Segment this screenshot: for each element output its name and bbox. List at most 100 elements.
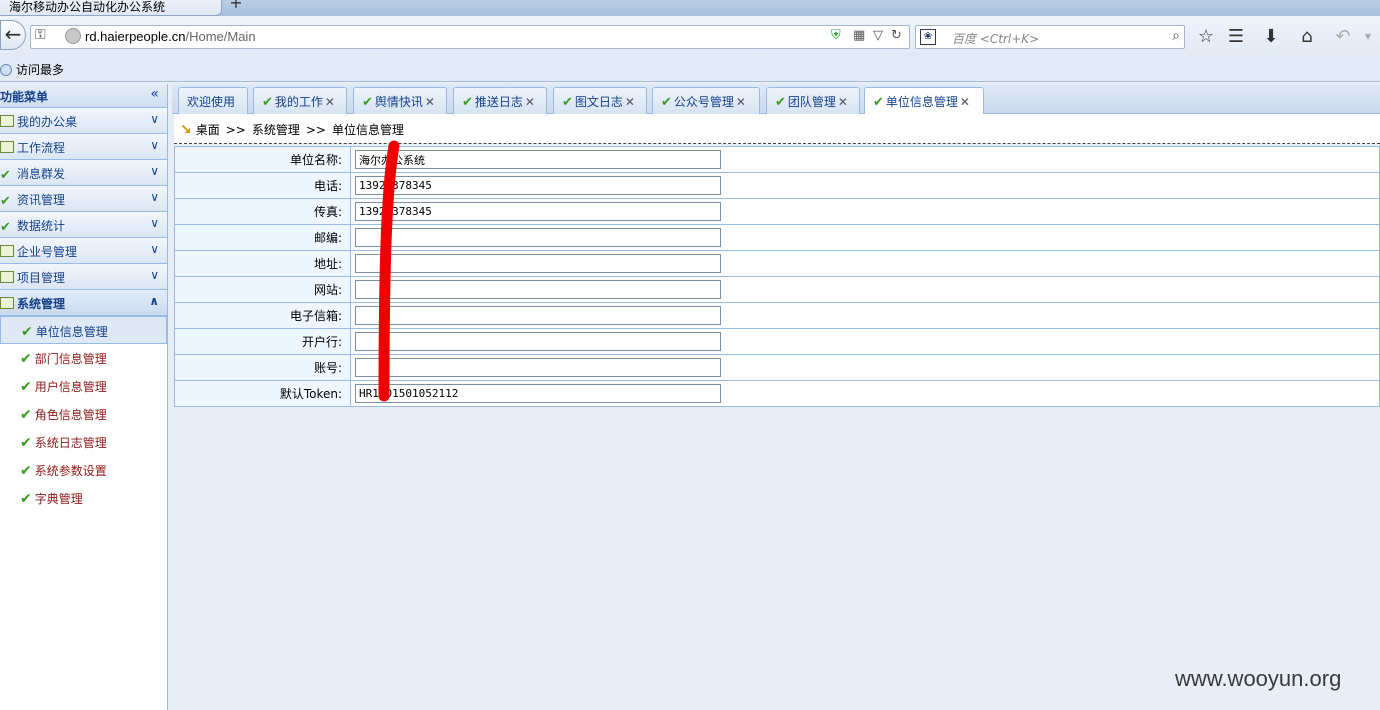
- chevron-down-icon[interactable]: ∨: [150, 138, 159, 152]
- dropdown-icon[interactable]: ▽: [873, 28, 883, 43]
- home-icon[interactable]: ⌂: [1295, 26, 1319, 47]
- bookmark-globe-icon: [0, 64, 12, 76]
- tab-label: 推送日志: [474, 95, 523, 109]
- arrow-down-right-icon: ↘: [180, 122, 192, 138]
- address-bar[interactable]: ⚿ rd.haierpeople.cn/Home/Main ⛨ ▦ ▽ ↻: [30, 25, 910, 49]
- new-tab-button[interactable]: +: [222, 0, 250, 14]
- tab-public-opinion[interactable]: ✔ 舆情快讯 ✕: [353, 87, 447, 114]
- tab-team[interactable]: ✔ 团队管理 ✕: [766, 87, 860, 114]
- chevron-down-icon[interactable]: ∨: [150, 112, 159, 126]
- sidebar-subitem-params[interactable]: ✔ 系统参数设置: [0, 456, 167, 484]
- bookmarks-toolbar: 访问最多: [0, 56, 1380, 82]
- document-icon: [0, 297, 14, 309]
- fax-field[interactable]: [355, 202, 721, 221]
- chevron-down-icon[interactable]: ∨: [150, 164, 159, 178]
- address-field[interactable]: [355, 254, 721, 273]
- close-icon[interactable]: ✕: [960, 95, 970, 109]
- close-icon[interactable]: ✕: [736, 95, 746, 109]
- email-field[interactable]: [355, 306, 721, 325]
- sidebar-subitem-syslog[interactable]: ✔ 系统日志管理: [0, 428, 167, 456]
- checkmark-icon: ✔: [462, 95, 473, 110]
- close-icon[interactable]: ✕: [525, 95, 535, 109]
- document-icon: [0, 115, 14, 127]
- phone-field[interactable]: [355, 176, 721, 195]
- baidu-paw-icon[interactable]: ❀: [920, 29, 936, 45]
- menu-dropdown-icon[interactable]: ▾: [1356, 29, 1380, 43]
- close-icon[interactable]: ✕: [838, 95, 848, 109]
- search-bar[interactable]: ❀ 百度 <Ctrl+K> ⌕: [915, 25, 1185, 49]
- download-icon[interactable]: ⬇: [1259, 26, 1283, 47]
- identity-key-icon[interactable]: ⚿: [35, 27, 46, 43]
- chevron-down-icon[interactable]: ∨: [150, 190, 159, 204]
- sidebar-item-label: 系统管理: [17, 297, 66, 311]
- close-icon[interactable]: ✕: [325, 95, 335, 109]
- form-row: 默认Token:: [174, 380, 1380, 407]
- tab-unit-info[interactable]: ✔ 单位信息管理 ✕: [864, 87, 984, 115]
- sidebar-subitem-role[interactable]: ✔ 角色信息管理: [0, 400, 167, 428]
- bookmark-star-icon[interactable]: ☆: [1194, 26, 1218, 47]
- sidebar-subitem-dictionary[interactable]: ✔ 字典管理: [0, 484, 167, 512]
- checkmark-icon: ✔: [0, 220, 11, 235]
- checkmark-icon: ✔: [0, 168, 11, 183]
- page-tab-bar: 欢迎使用 ✔ 我的工作 ✕ ✔ 舆情快讯 ✕ ✔ 推送日志 ✕ ✔ 图文日志 ✕ ✔ 公众号管理 ✕…: [172, 84, 1380, 115]
- unit-name-field[interactable]: [355, 150, 721, 169]
- reload-icon[interactable]: ↻: [891, 28, 902, 43]
- undo-icon[interactable]: ↶: [1331, 26, 1355, 47]
- tab-official-account[interactable]: ✔ 公众号管理 ✕: [652, 87, 760, 114]
- postcode-field[interactable]: [355, 228, 721, 247]
- bank-field[interactable]: [355, 332, 721, 351]
- token-label: 默认Token:: [174, 380, 351, 407]
- website-field[interactable]: [355, 280, 721, 299]
- checkmark-icon: ✔: [873, 95, 884, 110]
- chevron-down-icon[interactable]: ∨: [150, 242, 159, 256]
- sidebar-item-my-desk[interactable]: 我的办公桌 ∨: [0, 108, 167, 134]
- sidebar-item-projects[interactable]: 项目管理 ∨: [0, 264, 167, 290]
- tab-my-work[interactable]: ✔ 我的工作 ✕: [253, 87, 347, 114]
- fax-label: 传真:: [174, 198, 351, 225]
- postcode-label: 邮编:: [174, 224, 351, 251]
- tab-article-log[interactable]: ✔ 图文日志 ✕: [553, 87, 647, 114]
- sidebar-item-label: 数据统计: [17, 219, 66, 233]
- shield-icon[interactable]: ⛨: [831, 28, 841, 43]
- tab-label: 舆情快讯: [374, 95, 423, 109]
- collapse-left-icon[interactable]: «: [150, 86, 159, 102]
- bookmark-label: 访问最多: [16, 63, 65, 77]
- close-icon[interactable]: ✕: [625, 95, 635, 109]
- checkmark-icon: ✔: [20, 435, 32, 451]
- search-icon[interactable]: ⌕: [1172, 28, 1180, 44]
- checkmark-icon: ✔: [20, 491, 32, 507]
- qrcode-icon[interactable]: ▦: [853, 28, 865, 43]
- form-row: 账号:: [174, 354, 1380, 381]
- browser-tab[interactable]: 海尔移动办公自动化办公系统: [0, 0, 222, 16]
- close-icon[interactable]: ✕: [425, 95, 435, 109]
- checkmark-icon: ✔: [262, 95, 273, 110]
- sidebar-item-news[interactable]: ✔ 资讯管理 ∨: [0, 186, 167, 212]
- chevron-up-icon[interactable]: ∧: [149, 294, 159, 308]
- sidebar-subitem-unit-info[interactable]: ✔ 单位信息管理: [0, 316, 167, 344]
- bookmark-most-visited[interactable]: 访问最多: [0, 61, 64, 78]
- sidebar-subitem-department[interactable]: ✔ 部门信息管理: [0, 344, 167, 372]
- browser-tab-title: 海尔移动办公自动化办公系统: [9, 0, 166, 14]
- sidebar-item-label: 项目管理: [17, 271, 66, 285]
- account-field[interactable]: [355, 358, 721, 377]
- sidebar-item-enterprise[interactable]: 企业号管理 ∨: [0, 238, 167, 264]
- sidebar-subitem-user[interactable]: ✔ 用户信息管理: [0, 372, 167, 400]
- token-field[interactable]: [355, 384, 721, 403]
- sidebar-item-system[interactable]: 系统管理 ∧: [0, 290, 167, 316]
- sidebar-item-label: 工作流程: [17, 141, 66, 155]
- tab-welcome[interactable]: 欢迎使用: [178, 87, 248, 114]
- chevron-down-icon[interactable]: ∨: [150, 216, 159, 230]
- sidebar-item-mass-message[interactable]: ✔ 消息群发 ∨: [0, 160, 167, 186]
- tab-push-log[interactable]: ✔ 推送日志 ✕: [453, 87, 547, 114]
- search-placeholder: 百度 <Ctrl+K>: [952, 32, 1040, 46]
- form-row: 单位名称:: [174, 146, 1380, 173]
- sidebar-item-label: 资讯管理: [17, 193, 66, 207]
- url-host: rd.haierpeople.cn: [85, 29, 186, 44]
- back-button[interactable]: ←: [0, 20, 26, 50]
- sidebar: 功能菜单 « 我的办公桌 ∨ 工作流程 ∨ ✔ 消息群发 ∨ ✔ 资讯管理 ∨ ✔ 数据统计 ∨…: [0, 84, 168, 710]
- sidebar-item-workflow[interactable]: 工作流程 ∨: [0, 134, 167, 160]
- chevron-down-icon[interactable]: ∨: [150, 268, 159, 282]
- reading-list-icon[interactable]: ☰: [1224, 26, 1248, 47]
- sidebar-item-statistics[interactable]: ✔ 数据统计 ∨: [0, 212, 167, 238]
- tab-label: 欢迎使用: [187, 95, 236, 109]
